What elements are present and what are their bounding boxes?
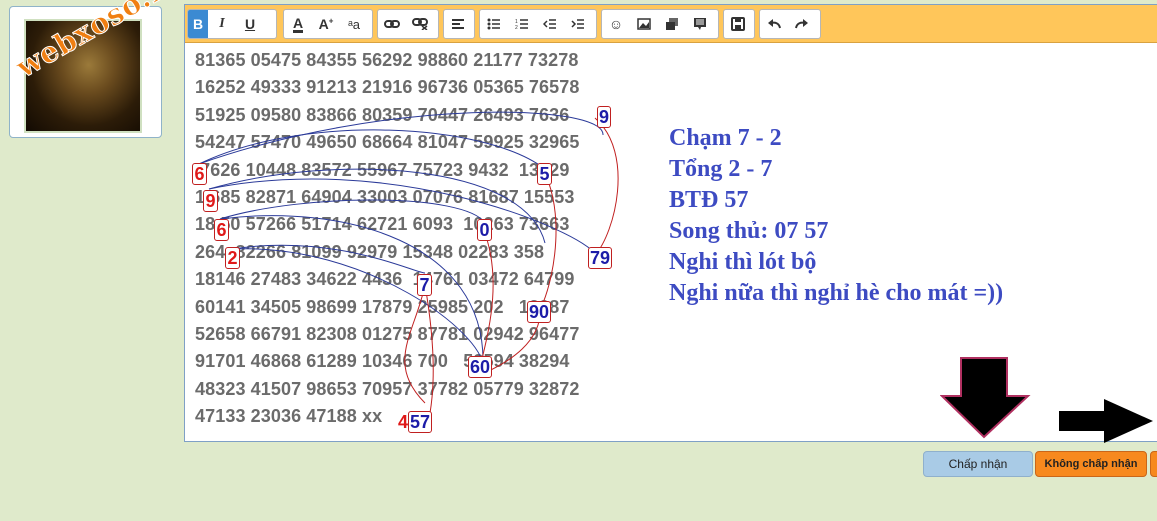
- annotation-curves: [198, 111, 619, 414]
- right-arrow-icon: [1059, 399, 1153, 443]
- editor-toolbar: B I U A A+ ᵃa 12 ☺: [185, 5, 1157, 43]
- highlight-digit: 57: [408, 411, 432, 433]
- accept-button[interactable]: Chấp nhận: [923, 451, 1033, 477]
- save-icon[interactable]: [724, 10, 752, 38]
- smiley-icon[interactable]: ☺: [602, 10, 630, 38]
- highlight-digit: 5: [537, 163, 552, 185]
- note-line: Tổng 2 - 7: [669, 156, 773, 182]
- highlight-digit: 2: [225, 247, 240, 269]
- underline-icon[interactable]: U: [236, 10, 264, 38]
- link-icon[interactable]: [378, 10, 406, 38]
- history-group: [759, 9, 821, 39]
- outdent-icon[interactable]: [536, 10, 564, 38]
- font-group: A A+ ᵃa: [283, 9, 373, 39]
- editor-content[interactable]: 81365 05475 84355 56292 98860 21177 7327…: [185, 43, 1157, 443]
- save-group: [723, 9, 755, 39]
- svg-text:2: 2: [515, 25, 518, 30]
- unlink-icon[interactable]: [406, 10, 434, 38]
- font-size-icon[interactable]: A+: [312, 10, 340, 38]
- highlight-digit: 9: [203, 190, 218, 212]
- highlight-digit: 60: [468, 356, 492, 378]
- highlight-digit: 6: [192, 163, 207, 185]
- note-line: Nghi nữa thì nghỉ hè cho mát =)): [669, 280, 1004, 306]
- highlight-digit: 0: [477, 219, 492, 241]
- bold-icon[interactable]: B: [188, 10, 208, 38]
- note-line: BTĐ 57: [669, 187, 749, 213]
- font-family-icon[interactable]: ᵃa: [340, 10, 368, 38]
- insert-group: ☺: [601, 9, 719, 39]
- undo-icon[interactable]: [760, 10, 788, 38]
- link-group: [377, 9, 439, 39]
- italic-icon[interactable]: I: [208, 10, 236, 38]
- indent-icon[interactable]: [564, 10, 592, 38]
- font-color-icon[interactable]: A: [284, 10, 312, 38]
- quote-icon[interactable]: [686, 10, 714, 38]
- highlight-digit: 7: [417, 274, 432, 296]
- down-arrow-icon: [940, 357, 1031, 439]
- bullet-list-icon[interactable]: [480, 10, 508, 38]
- note-line: Song thủ: 07 57: [669, 218, 829, 244]
- post-editor: B I U A A+ ᵃa 12 ☺ 81365 05475 84355 562…: [184, 4, 1157, 443]
- highlight-digit: 90: [527, 301, 551, 323]
- format-group: B I U: [187, 9, 277, 39]
- reject-button[interactable]: Không chấp nhận: [1035, 451, 1147, 477]
- image-icon[interactable]: [630, 10, 658, 38]
- redo-icon[interactable]: [788, 10, 816, 38]
- avatar-frame: webxoso.net: [9, 0, 204, 138]
- highlight-digit: 79: [588, 247, 612, 269]
- media-icon[interactable]: [658, 10, 686, 38]
- highlight-digit: 9: [597, 106, 611, 128]
- numbered-list-icon[interactable]: 12: [508, 10, 536, 38]
- note-line: Nghi thì lót bộ: [669, 249, 817, 275]
- note-line: Chạm 7 - 2: [669, 125, 782, 151]
- align-left-icon[interactable]: [444, 10, 472, 38]
- extra-button[interactable]: [1150, 451, 1157, 477]
- highlight-digit: 6: [214, 219, 229, 241]
- align-group: [443, 9, 475, 39]
- list-group: 12: [479, 9, 597, 39]
